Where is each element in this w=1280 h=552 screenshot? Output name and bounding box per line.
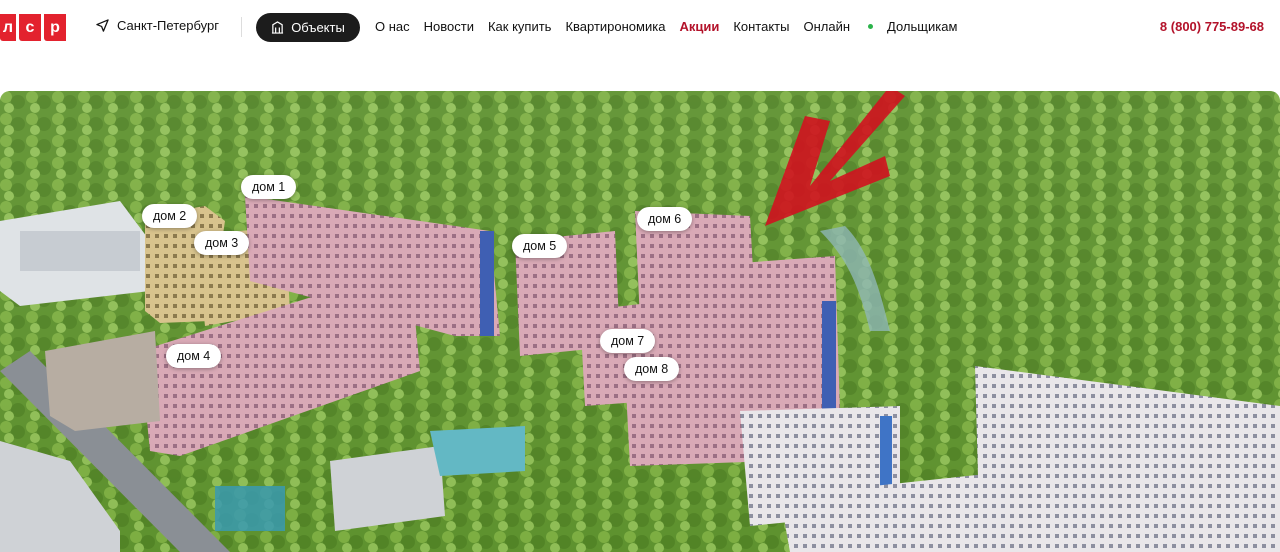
- logo-letter: р: [44, 14, 66, 41]
- phone-number[interactable]: 8 (800) 775-89-68: [1160, 19, 1264, 34]
- nav-item-shareholders[interactable]: Дольщикам: [887, 19, 957, 34]
- nav-item-online[interactable]: Онлайн: [803, 19, 874, 34]
- logo-letter: с: [19, 14, 41, 41]
- nav-item-contacts[interactable]: Контакты: [733, 19, 789, 34]
- building-pin-8[interactable]: дом 8: [624, 357, 680, 381]
- building-pin-7[interactable]: дом 7: [600, 329, 656, 353]
- nav-item-news[interactable]: Новости: [424, 19, 474, 34]
- objects-button-label: Объекты: [291, 20, 345, 35]
- building-pin-4[interactable]: дом 4: [166, 344, 222, 368]
- nav-item-apartmentonomics[interactable]: Квартирономика: [565, 19, 665, 34]
- nav-item-about[interactable]: О нас: [375, 19, 410, 34]
- building-pin-6[interactable]: дом 6: [637, 207, 693, 231]
- city-selector[interactable]: Санкт-Петербург: [96, 18, 219, 33]
- aerial-illustration: [0, 91, 1280, 552]
- location-arrow-icon: [96, 19, 109, 32]
- city-label: Санкт-Петербург: [117, 18, 219, 33]
- lsr-logo[interactable]: л с р: [0, 14, 66, 41]
- nav-item-how-to-buy[interactable]: Как купить: [488, 19, 551, 34]
- building-pin-2[interactable]: дом 2: [142, 204, 198, 228]
- header-divider: [241, 17, 242, 37]
- building-icon: [272, 21, 284, 34]
- nav-item-promotions[interactable]: Акции: [679, 19, 719, 34]
- building-pin-5[interactable]: дом 5: [512, 234, 568, 258]
- building-pin-1[interactable]: дом 1: [241, 175, 297, 199]
- site-header: л с р Санкт-Петербург Объекты О нас Ново…: [0, 0, 1280, 56]
- main-nav: О нас Новости Как купить Квартирономика …: [375, 19, 971, 34]
- online-status-dot: [868, 24, 874, 29]
- complex-aerial-render: дом 1 дом 2 дом 3 дом 4 дом 5 дом 6 дом …: [0, 91, 1280, 552]
- nav-item-online-label: Онлайн: [803, 19, 851, 34]
- objects-button[interactable]: Объекты: [256, 13, 360, 42]
- logo-letter: л: [0, 14, 16, 41]
- building-pin-3[interactable]: дом 3: [194, 231, 250, 255]
